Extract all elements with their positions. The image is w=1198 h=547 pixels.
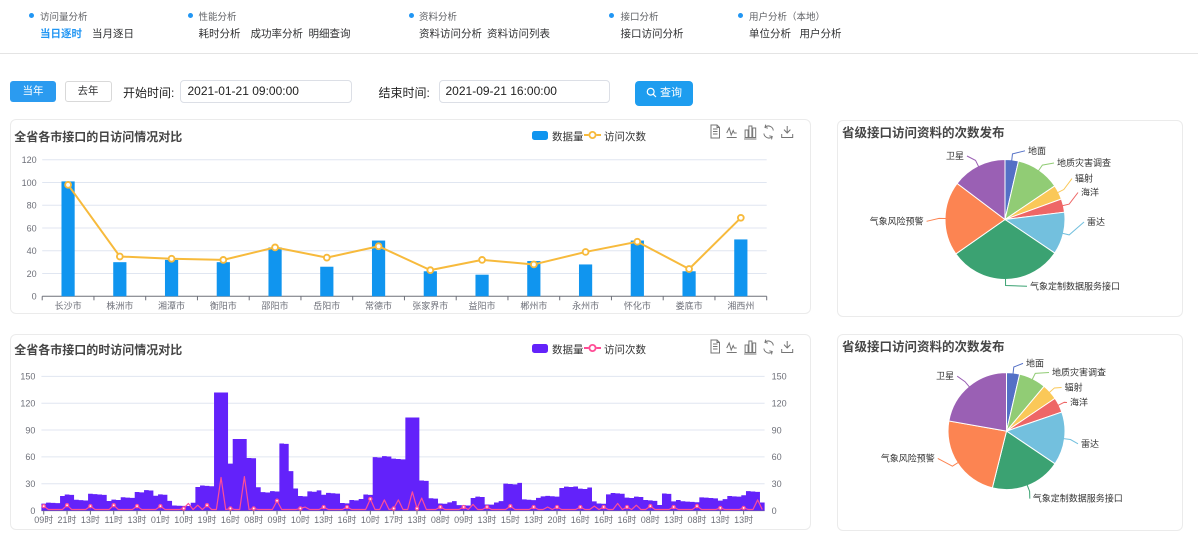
svg-text:15时: 15时 [500,514,519,525]
svg-text:湘西州: 湘西州 [727,300,754,311]
svg-text:辐射: 辐射 [1065,382,1083,393]
svg-text:地面: 地面 [1028,145,1046,156]
svg-text:常德市: 常德市 [365,300,392,311]
svg-text:益阳市: 益阳市 [468,300,495,311]
svg-text:40: 40 [26,246,36,256]
svg-text:地质灾害调查: 地质灾害调查 [1052,367,1106,378]
svg-text:09时: 09时 [267,514,286,525]
svg-text:16时: 16时 [594,514,613,525]
svg-text:雷达: 雷达 [1087,216,1105,227]
svg-text:11时: 11时 [104,514,122,525]
svg-text:100: 100 [21,178,36,188]
svg-text:张家界市: 张家界市 [412,300,448,311]
svg-text:08时: 08时 [687,514,706,525]
svg-text:邵阳市: 邵阳市 [261,300,288,311]
svg-text:80: 80 [26,201,36,211]
svg-text:09时: 09时 [34,514,53,525]
svg-text:娄底市: 娄底市 [675,300,702,311]
svg-text:13时: 13时 [710,514,729,525]
svg-text:辐射: 辐射 [1075,173,1093,184]
svg-text:60: 60 [26,223,36,233]
svg-text:雷达: 雷达 [1081,438,1099,449]
svg-text:17时: 17时 [384,514,403,525]
svg-text:60: 60 [25,452,35,462]
svg-text:21时: 21时 [57,514,76,525]
svg-text:01时: 01时 [150,514,169,525]
svg-text:地质灾害调查: 地质灾害调查 [1057,157,1111,168]
svg-text:卫星: 卫星 [936,372,954,382]
svg-text:卫星: 卫星 [946,151,964,161]
svg-text:16时: 16时 [570,514,589,525]
svg-text:19时: 19时 [197,514,216,525]
svg-text:16时: 16时 [220,514,239,525]
svg-text:湘潭市: 湘潭市 [158,300,185,311]
svg-text:16时: 16时 [617,514,636,525]
svg-text:海洋: 海洋 [1081,187,1099,198]
svg-text:120: 120 [20,398,35,408]
svg-text:30: 30 [25,479,35,489]
svg-text:10时: 10时 [360,514,379,525]
svg-text:150: 150 [771,372,786,382]
svg-text:地面: 地面 [1026,358,1044,369]
svg-text:13时: 13时 [314,514,333,525]
svg-text:08时: 08时 [640,514,659,525]
svg-text:13时: 13时 [477,514,496,525]
svg-text:13时: 13时 [80,514,99,525]
svg-text:气象风险预警: 气象风险预警 [881,453,935,464]
svg-text:气象定制数据服务接口: 气象定制数据服务接口 [1033,493,1123,504]
svg-text:株洲市: 株洲市 [106,300,133,311]
svg-text:郴州市: 郴州市 [520,300,547,311]
svg-text:150: 150 [20,372,35,382]
svg-text:怀化市: 怀化市 [623,300,650,311]
svg-text:16时: 16时 [337,514,356,525]
svg-text:岳阳市: 岳阳市 [313,300,340,311]
svg-text:20时: 20时 [547,514,566,525]
svg-text:衡阳市: 衡阳市 [209,300,236,311]
svg-text:10时: 10时 [174,514,193,525]
svg-text:气象风险预警: 气象风险预警 [870,215,924,226]
svg-text:08时: 08时 [244,514,263,525]
svg-text:13时: 13时 [664,514,683,525]
svg-text:海洋: 海洋 [1070,397,1088,408]
svg-text:90: 90 [25,425,35,435]
svg-text:13时: 13时 [524,514,543,525]
svg-text:10时: 10时 [290,514,309,525]
svg-text:13时: 13时 [127,514,146,525]
svg-text:长沙市: 长沙市 [54,300,81,311]
svg-text:120: 120 [21,155,36,165]
svg-text:气象定制数据服务接口: 气象定制数据服务接口 [1030,280,1120,291]
svg-text:0: 0 [31,292,36,302]
svg-text:永州市: 永州市 [572,300,599,311]
svg-text:60: 60 [771,452,781,462]
svg-text:30: 30 [771,479,781,489]
svg-text:08时: 08时 [430,514,449,525]
svg-text:13时: 13时 [407,514,426,525]
svg-text:0: 0 [771,506,776,516]
svg-text:09时: 09时 [454,514,473,525]
svg-text:20: 20 [26,269,36,279]
svg-text:120: 120 [771,398,786,408]
svg-text:90: 90 [771,425,781,435]
svg-text:13时: 13时 [734,514,753,525]
